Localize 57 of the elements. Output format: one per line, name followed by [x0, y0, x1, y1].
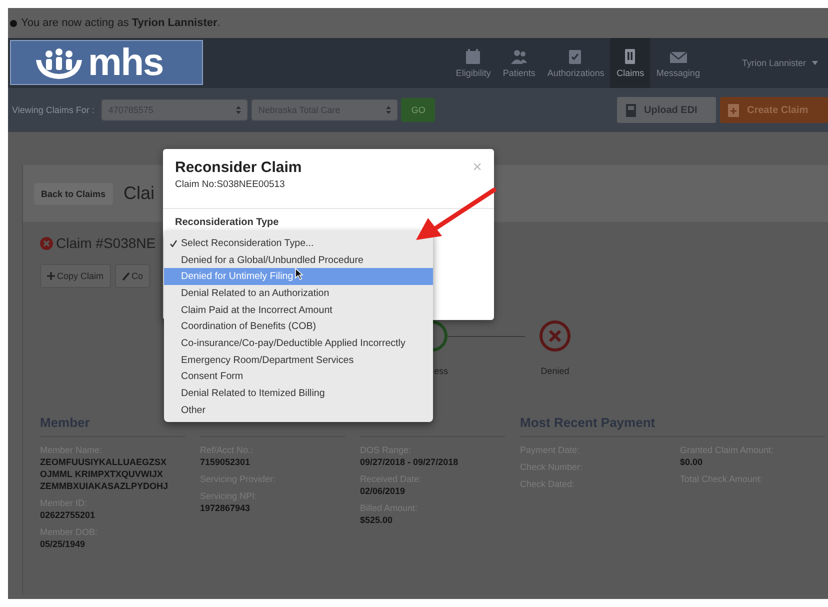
dropdown-option[interactable]: Co-insurance/Co-pay/Deductible Applied Incorrectly	[164, 335, 433, 352]
action-button[interactable]: Copy Claim	[40, 264, 111, 288]
dropdown-option[interactable]: Denial Related to Itemized Billing	[164, 385, 433, 402]
error-icon	[40, 236, 53, 250]
field-value: 7159052301	[200, 457, 252, 467]
field-value: $0.00	[680, 457, 704, 467]
dropdown-option[interactable]: Denied for a Global/Unbundled Procedure	[164, 252, 433, 268]
dropdown-option[interactable]: Select Reconsideration Type...	[164, 235, 433, 252]
cursor-icon	[295, 268, 303, 280]
nav-tab[interactable]: Authorizations	[541, 38, 610, 88]
close-button[interactable]: ×	[472, 159, 482, 177]
nav-tab[interactable]: Claims	[610, 38, 650, 88]
family-icon	[33, 46, 85, 80]
dropdown-option[interactable]: Coordination of Benefits (COB)	[164, 318, 433, 336]
dropdown-option[interactable]: Denied for Untimely Filing	[164, 268, 433, 286]
field-value: OJMML KRIMPXTXQUVWIJX	[40, 469, 164, 479]
field-value: ZEMMBXUIAKASAZLPYDOHJ	[40, 481, 170, 491]
step-label: Denied	[540, 366, 570, 376]
field-value: $525.00	[360, 515, 394, 525]
field-value: ZEOMFUUSIYKALLUAEGZSX	[40, 457, 168, 467]
checkmark-icon	[170, 240, 177, 247]
field-value: 02622755201	[40, 510, 96, 520]
calendar-icon	[464, 48, 483, 65]
updown-icon	[386, 106, 392, 114]
field-value: 05/25/1949	[40, 539, 86, 549]
plus-icon	[47, 272, 55, 280]
page-title: Clai	[124, 183, 155, 204]
document-icon	[625, 104, 636, 116]
caret-icon	[812, 61, 818, 65]
user-menu[interactable]: Tyrion Lannister	[706, 38, 828, 88]
dropdown-option[interactable]: Emergency Room/Department Services	[164, 352, 433, 368]
field-label: Reconsideration Type	[175, 217, 280, 228]
field-value: 1972867943	[200, 503, 252, 513]
step-label: ess	[434, 366, 448, 376]
plus-document-icon	[728, 104, 739, 116]
notice-text: You are now acting as Tyrion Lannister.	[21, 17, 220, 29]
dropdown-option[interactable]: Denial Related to an Authorization	[164, 285, 433, 302]
nav-tab[interactable]: Eligibility	[450, 38, 497, 88]
field-value: 02/06/2019	[360, 486, 406, 496]
back-button[interactable]: Back to Claims	[34, 182, 113, 204]
x-circle-icon	[539, 320, 571, 352]
go-button[interactable]: GO	[401, 98, 436, 122]
dropdown-option[interactable]: Claim Paid at the Incorrect Amount	[164, 302, 433, 318]
logo[interactable]: mhs	[10, 40, 203, 85]
field-value: 09/27/2018 - 09/27/2018	[360, 457, 460, 467]
dropdown-option[interactable]: Other	[164, 402, 433, 419]
nav-tab[interactable]: Patients	[496, 38, 542, 88]
nav-tab[interactable]: Messaging	[650, 38, 706, 88]
pencil-icon	[122, 272, 130, 280]
modal-title: Reconsider Claim	[175, 159, 302, 176]
filter-label: Viewing Claims For :	[12, 105, 94, 115]
updown-icon	[236, 106, 242, 114]
action-button[interactable]: Co	[114, 264, 150, 288]
dropdown-option[interactable]: Consent Form	[164, 368, 433, 386]
people-icon	[510, 48, 529, 65]
claim-number: Claim No:S038NEE00513	[175, 179, 286, 190]
claim-heading: Claim #S038NE	[56, 235, 156, 251]
